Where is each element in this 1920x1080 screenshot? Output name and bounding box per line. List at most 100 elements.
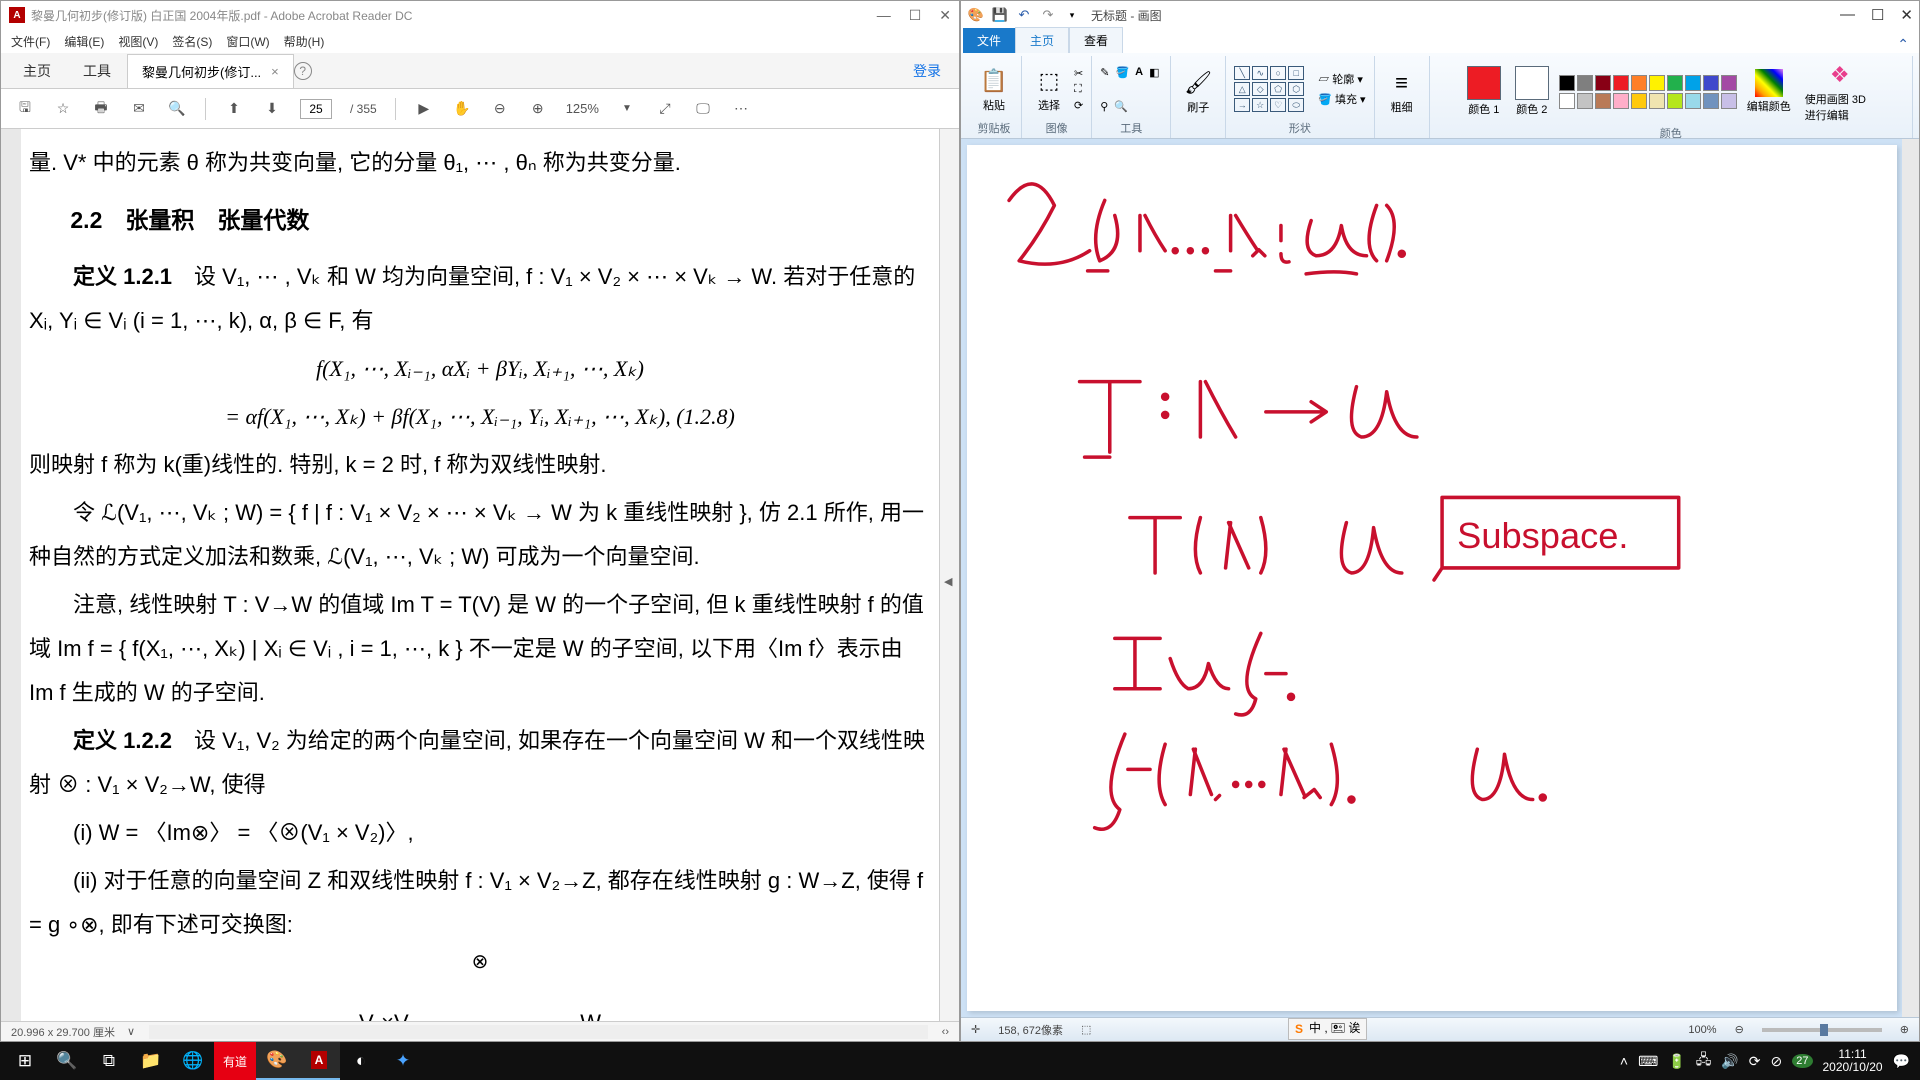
color2-button[interactable]: 颜色 2 — [1511, 64, 1553, 119]
paint3d-button[interactable]: ❖使用画图 3D 进行编辑 — [1801, 58, 1879, 125]
login-link[interactable]: 登录 — [913, 61, 941, 81]
adobe-right-pane-toggle[interactable]: ◀ — [939, 129, 959, 1021]
page-up-icon[interactable]: ⬆ — [224, 99, 244, 119]
vertical-scrollbar[interactable] — [1902, 139, 1919, 1017]
star-icon[interactable]: ☆ — [53, 99, 73, 119]
horizontal-scrollbar[interactable] — [149, 1025, 928, 1039]
paint-taskbar-icon[interactable]: 🎨 — [256, 1042, 298, 1080]
close-button[interactable]: ✕ — [939, 7, 951, 24]
tab-tools[interactable]: 工具 — [67, 53, 127, 89]
close-button[interactable]: ✕ — [1900, 6, 1913, 24]
save-icon[interactable]: 🖫 — [15, 99, 35, 119]
menu-file[interactable]: 文件(F) — [11, 33, 50, 50]
ribbon-minimize-icon[interactable]: ⌃ — [1897, 36, 1909, 53]
maximize-button[interactable]: ☐ — [1871, 6, 1884, 24]
collapse-caret-icon[interactable]: ∨ — [127, 1025, 135, 1038]
paint-canvas[interactable]: Subspace. — [967, 145, 1897, 1011]
menu-window[interactable]: 窗口(W) — [226, 33, 269, 50]
adobe-taskbar-icon[interactable]: A — [298, 1042, 340, 1080]
quick-access-toolbar: 🎨 💾 ↶ ↷ ▾ — [967, 6, 1081, 24]
resize-icon[interactable]: ⛶ — [1074, 83, 1083, 96]
ribbon-view-tab[interactable]: 查看 — [1069, 27, 1123, 53]
tab-document[interactable]: 黎曼几何初步(修订... × — [127, 54, 294, 88]
app-icon[interactable]: ✦ — [382, 1042, 424, 1080]
zoom-in-button[interactable]: ⊕ — [1900, 1023, 1909, 1036]
outline-dropdown[interactable]: ▱ 轮廓 ▾ — [1318, 71, 1365, 87]
tab-close-icon[interactable]: × — [271, 64, 279, 79]
maximize-button[interactable]: ☐ — [909, 7, 922, 24]
minimize-button[interactable]: — — [1840, 6, 1855, 24]
zoom-slider[interactable] — [1762, 1028, 1882, 1032]
action-center-icon[interactable]: 💬 — [1893, 1053, 1910, 1070]
security-icon[interactable]: ⊘ — [1771, 1053, 1783, 1070]
menu-help[interactable]: 帮助(H) — [284, 33, 325, 50]
battery-icon[interactable]: 🔋 — [1668, 1053, 1685, 1070]
pdf-text: 定义 1.2.2 设 V₁, V₂ 为给定的两个向量空间, 如果存在一个向量空间… — [29, 719, 931, 807]
minimize-button[interactable]: — — [877, 7, 891, 24]
fill-dropdown[interactable]: 🪣 填充 ▾ — [1318, 91, 1365, 107]
brush-button[interactable]: 🖌刷子 — [1179, 66, 1217, 117]
zoom-level[interactable]: 125% — [566, 101, 599, 116]
ribbon-home-tab[interactable]: 主页 — [1015, 27, 1069, 53]
search-button[interactable]: 🔍 — [46, 1042, 88, 1080]
input-indicator[interactable]: ⌨ — [1638, 1053, 1658, 1070]
magnifier-icon[interactable]: 🔍 — [1114, 100, 1128, 113]
shapes-gallery[interactable]: ╲∿○□ △◇⬠⬡ →☆♡⬭ — [1234, 66, 1312, 112]
sync-icon[interactable]: ⟳ — [1749, 1053, 1761, 1070]
group-label: 剪贴板 — [978, 120, 1011, 138]
redo-icon[interactable]: ↷ — [1039, 6, 1057, 24]
app-icon[interactable]: ◐ — [340, 1042, 382, 1080]
menu-sign[interactable]: 签名(S) — [172, 33, 212, 50]
print-icon[interactable]: 🖶 — [91, 99, 111, 119]
hand-icon[interactable]: ✋ — [452, 99, 472, 119]
paste-button[interactable]: 📋粘贴 — [975, 64, 1013, 115]
pdf-def-label: 定义 1.2.2 — [73, 728, 172, 753]
fill-icon[interactable]: 🪣 — [1115, 66, 1129, 79]
tab-home[interactable]: 主页 — [7, 53, 67, 89]
color1-button[interactable]: 颜色 1 — [1463, 64, 1505, 119]
zoom-out-icon[interactable]: ⊖ — [490, 99, 510, 119]
crop-icon[interactable]: ✂ — [1074, 67, 1083, 80]
pdf-text: 量. V* 中的元素 θ 称为共变向量, 它的分量 θ₁, ⋯ , θₙ 称为共… — [29, 141, 931, 185]
fit-width-icon[interactable]: ⤢ — [655, 99, 675, 119]
task-view-button[interactable]: ⧉ — [88, 1042, 130, 1080]
qat-dropdown-icon[interactable]: ▾ — [1063, 6, 1081, 24]
pointer-icon[interactable]: ▶ — [414, 99, 434, 119]
color-palette[interactable] — [1559, 75, 1737, 109]
zoom-out-button[interactable]: ⊖ — [1735, 1023, 1744, 1036]
menu-view[interactable]: 视图(V) — [118, 33, 158, 50]
ribbon-file-tab[interactable]: 文件 — [963, 28, 1015, 53]
chrome-icon[interactable]: 🌐 — [172, 1042, 214, 1080]
file-explorer-icon[interactable]: 📁 — [130, 1042, 172, 1080]
mail-icon[interactable]: ✉ — [129, 99, 149, 119]
notification-badge[interactable]: 27 — [1792, 1054, 1812, 1068]
pencil-icon[interactable]: ✎ — [1100, 66, 1109, 79]
menu-edit[interactable]: 编辑(E) — [64, 33, 104, 50]
help-icon[interactable]: ? — [294, 62, 312, 80]
youdao-icon[interactable]: 有道 — [214, 1042, 256, 1080]
page-number-input[interactable] — [300, 99, 332, 119]
pdf-page[interactable]: 量. V* 中的元素 θ 称为共变向量, 它的分量 θ₁, ⋯ , θₙ 称为共… — [21, 129, 939, 1021]
network-icon[interactable]: 🖧 — [1696, 1049, 1712, 1073]
eraser-icon[interactable]: ◧ — [1149, 66, 1159, 79]
rotate-icon[interactable]: ⟳ — [1074, 99, 1083, 112]
select-button[interactable]: ⬚选择 — [1030, 64, 1068, 115]
read-mode-icon[interactable]: 🖵 — [693, 99, 713, 119]
thickness-button[interactable]: ≡粗细 — [1383, 66, 1421, 117]
ime-toolbar[interactable]: S 中 , 🖭 诶 — [1288, 1018, 1367, 1040]
search-icon[interactable]: 🔍 — [167, 99, 187, 119]
start-button[interactable]: ⊞ — [4, 1042, 46, 1080]
volume-icon[interactable]: 🔊 — [1721, 1053, 1738, 1070]
scroll-right-icon[interactable]: › — [945, 1026, 949, 1038]
edit-colors-button[interactable]: 编辑颜色 — [1743, 67, 1795, 116]
page-down-icon[interactable]: ⬇ — [262, 99, 282, 119]
zoom-dropdown-icon[interactable]: ▼ — [617, 99, 637, 119]
zoom-in-icon[interactable]: ⊕ — [528, 99, 548, 119]
undo-icon[interactable]: ↶ — [1015, 6, 1033, 24]
text-icon[interactable]: A — [1135, 66, 1143, 78]
tray-chevron-icon[interactable]: ˄ — [1620, 1053, 1628, 1069]
more-icon[interactable]: ⋯ — [731, 99, 751, 119]
save-icon[interactable]: 💾 — [991, 6, 1009, 24]
clock[interactable]: 11:11 2020/10/20 — [1823, 1048, 1883, 1074]
picker-icon[interactable]: ⚲ — [1100, 100, 1108, 113]
